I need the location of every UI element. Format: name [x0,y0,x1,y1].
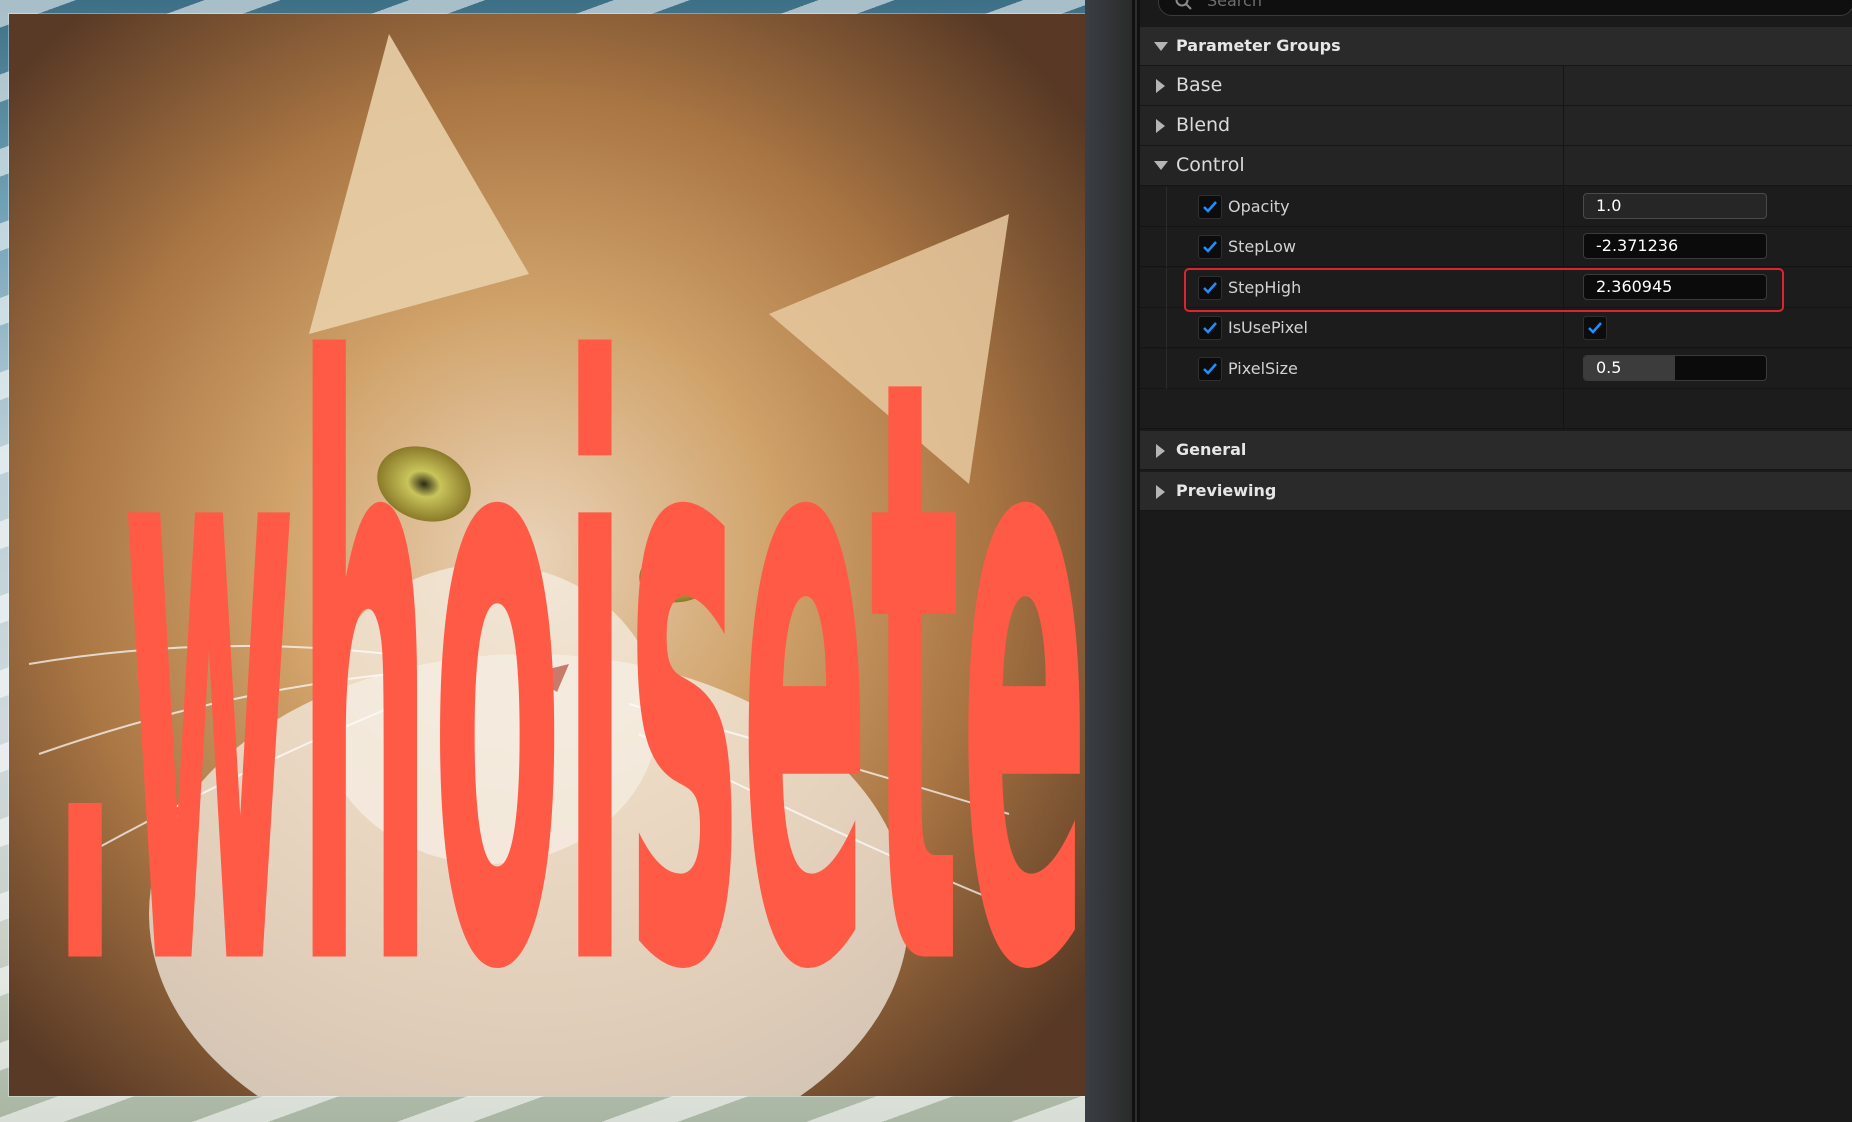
category-label: General [1176,440,1247,459]
checkmark-icon [1203,241,1217,253]
search-input[interactable]: Search [1207,0,1262,10]
search-box[interactable]: Search [1158,0,1852,16]
group-label-control: Control [1176,154,1245,176]
field-value: 2.360945 [1596,277,1673,296]
group-control[interactable]: Control [1140,146,1852,186]
indent-guide [1166,268,1167,308]
category-parameter-groups[interactable]: Parameter Groups [1140,27,1852,66]
indent-guide [1166,187,1167,227]
isusepixel-checkbox[interactable] [1583,316,1607,340]
empty-row [1140,389,1852,429]
category-label: Previewing [1176,481,1277,500]
property-label: Opacity [1228,197,1290,216]
material-preview-viewport[interactable]: .whoisete [0,0,1132,1122]
overlay-text: .whoisete [49,204,1089,1096]
group-label-base: Base [1176,74,1223,96]
checkmark-icon [1203,363,1217,375]
chevron-right-icon [1156,444,1165,458]
checkmark-icon [1203,282,1217,294]
category-previewing[interactable]: Previewing [1140,472,1852,511]
property-label: StepLow [1228,237,1296,256]
viewport-edge [1085,0,1132,1122]
column-divider [1563,187,1564,227]
column-divider [1563,268,1564,308]
cat-image: .whoisete [9,14,1093,1096]
field-value: 1.0 [1596,196,1622,215]
stephigh-field[interactable]: 2.360945 [1583,274,1767,300]
property-row-pixelsize: PixelSize 0.5 [1140,349,1852,389]
column-divider [1563,349,1564,389]
property-row-stephigh: StepHigh 2.360945 [1140,268,1852,308]
property-row-steplow: StepLow -2.371236 [1140,227,1852,267]
group-base[interactable]: Base [1140,66,1852,106]
column-divider [1563,66,1564,106]
search-icon [1175,0,1192,10]
category-general[interactable]: General [1140,431,1852,470]
indent-guide [1166,308,1167,348]
property-label: StepHigh [1228,278,1302,297]
checkmark-icon [1203,201,1217,213]
category-label: Parameter Groups [1176,36,1341,55]
column-divider [1563,227,1564,267]
field-value: 0.5 [1596,358,1622,377]
indent-guide [1166,227,1167,267]
preview-plane: .whoisete [9,14,1093,1096]
override-checkbox[interactable] [1198,357,1222,381]
property-row-isusepixel: IsUsePixel [1140,308,1852,348]
override-checkbox[interactable] [1198,195,1222,219]
splitter-grip [1135,0,1137,1122]
chevron-right-icon [1156,79,1165,93]
chevron-down-icon [1154,42,1168,51]
override-checkbox[interactable] [1198,235,1222,259]
override-checkbox[interactable] [1198,316,1222,340]
details-panel: Search Parameter Groups Base Blend Contr… [1140,0,1852,1122]
chevron-down-icon [1154,161,1168,170]
checkmark-icon [1588,322,1602,334]
override-checkbox[interactable] [1198,276,1222,300]
column-divider [1563,308,1564,348]
indent-guide [1166,349,1167,389]
property-label: PixelSize [1228,359,1298,378]
field-value: -2.371236 [1596,236,1679,255]
pixelsize-slider[interactable]: 0.5 [1583,355,1767,381]
column-divider [1563,106,1564,146]
property-row-opacity: Opacity 1.0 [1140,187,1852,227]
group-label-blend: Blend [1176,114,1231,136]
group-blend[interactable]: Blend [1140,106,1852,146]
column-divider [1563,389,1564,429]
chevron-right-icon [1156,485,1165,499]
chevron-right-icon [1156,119,1165,133]
checkmark-icon [1203,322,1217,334]
column-divider [1563,146,1564,186]
steplow-field[interactable]: -2.371236 [1583,233,1767,259]
property-label: IsUsePixel [1228,318,1308,337]
opacity-field[interactable]: 1.0 [1583,193,1767,219]
